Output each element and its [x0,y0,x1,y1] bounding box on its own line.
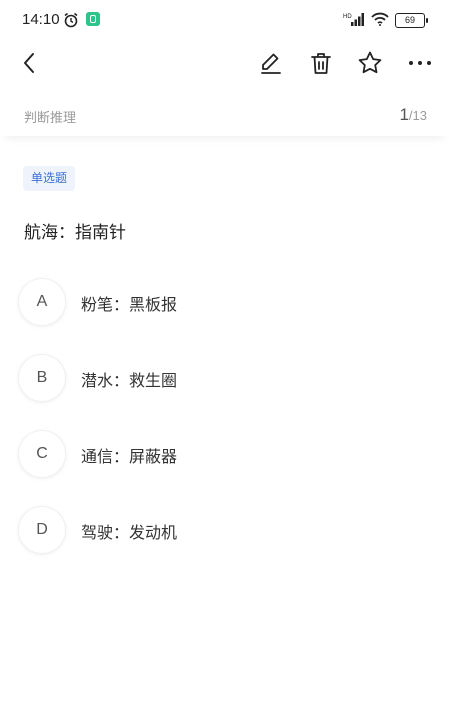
option-b[interactable]: B 潜水：救生圈 [18,354,418,402]
option-text: 驾驶：发动机 [81,523,178,542]
alarm-icon [63,12,79,32]
question-progress: 1/13 [399,105,427,125]
signal-icon: HD [343,11,365,30]
option-letter: D [18,506,66,554]
option-text: 潜水：救生圈 [81,371,178,390]
option-letter: A [18,278,66,326]
progress-total: /13 [408,108,427,123]
option-letter: B [18,354,66,402]
top-toolbar [0,40,449,86]
battery-indicator: 69 [395,13,428,28]
trash-icon[interactable] [308,50,334,76]
option-d[interactable]: D 驾驶：发动机 [18,506,418,554]
svg-text:HD: HD [343,14,352,20]
question-type-badge: 单选题 [23,166,76,191]
star-icon[interactable] [357,50,383,76]
option-text: 通信：屏蔽器 [81,447,178,466]
option-text: 粉笔：黑板报 [81,295,178,314]
option-letter: C [18,430,66,478]
option-a[interactable]: A 粉笔：黑板报 [18,278,418,326]
wifi-icon [371,11,389,30]
status-time: 14:10 [22,11,60,28]
app-notification-icon [86,12,100,26]
back-icon[interactable] [16,50,42,76]
option-c[interactable]: C 通信：屏蔽器 [18,430,418,478]
question-stem: 航海：指南针 [24,223,126,243]
more-icon[interactable] [407,50,433,76]
status-bar: 14:10 HD 69 [0,0,449,40]
category-label: 判断推理 [24,111,77,126]
status-indicators: HD 69 [343,11,428,30]
question-subheader: 判断推理 1/13 [0,92,449,136]
edit-icon[interactable] [258,50,284,76]
progress-current: 1 [399,105,409,124]
